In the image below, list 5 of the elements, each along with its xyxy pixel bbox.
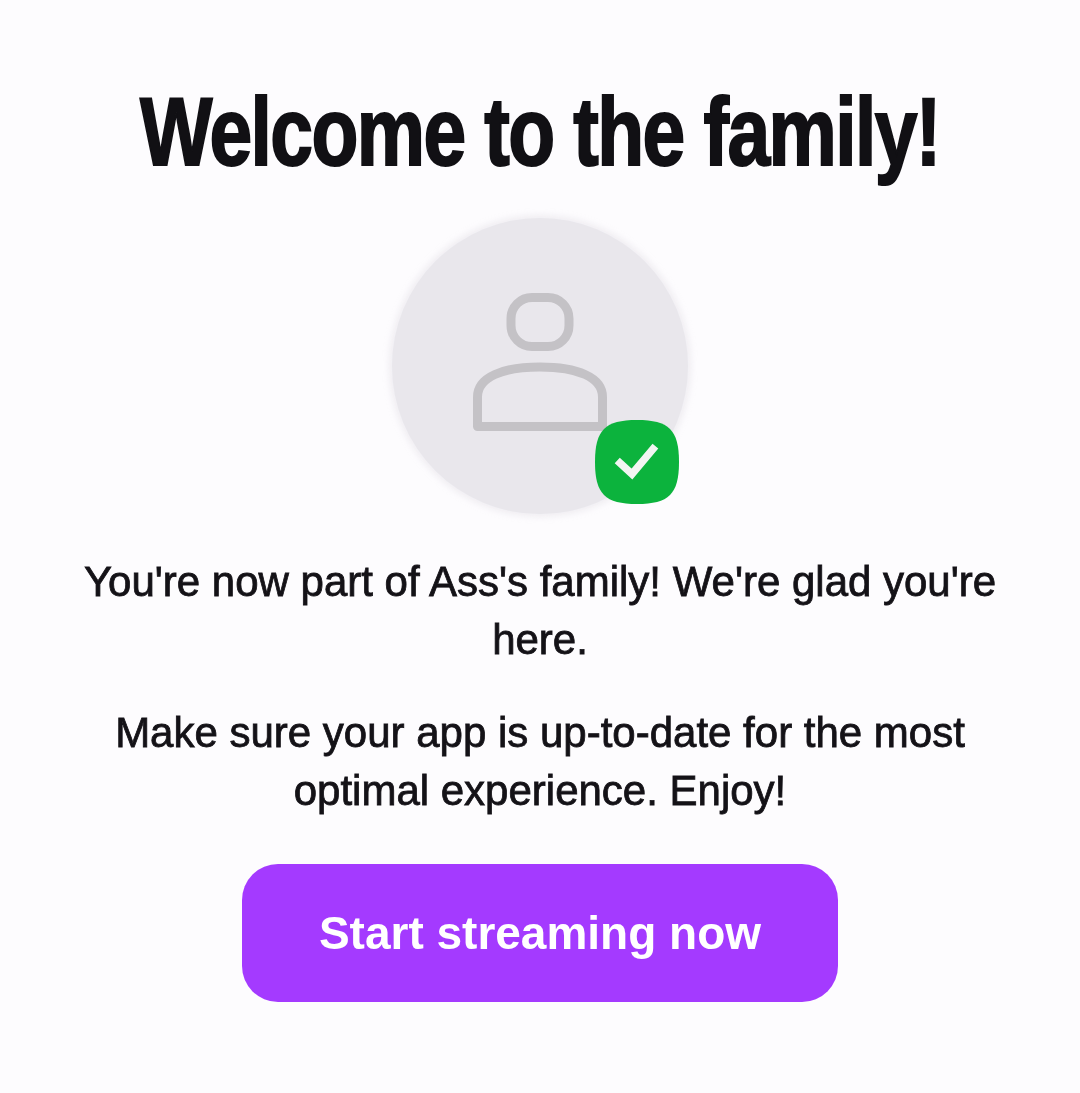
person-icon: [473, 293, 607, 431]
message-text: You're now part of Ass's family! We're glad you're here.: [82, 557, 998, 665]
welcome-title: Welcome to the family!: [139, 77, 941, 187]
start-streaming-button[interactable]: Start streaming now: [242, 864, 838, 1002]
message-text: Make sure your app is up-to-date for the most optimal experience. Enjoy!: [114, 708, 966, 816]
